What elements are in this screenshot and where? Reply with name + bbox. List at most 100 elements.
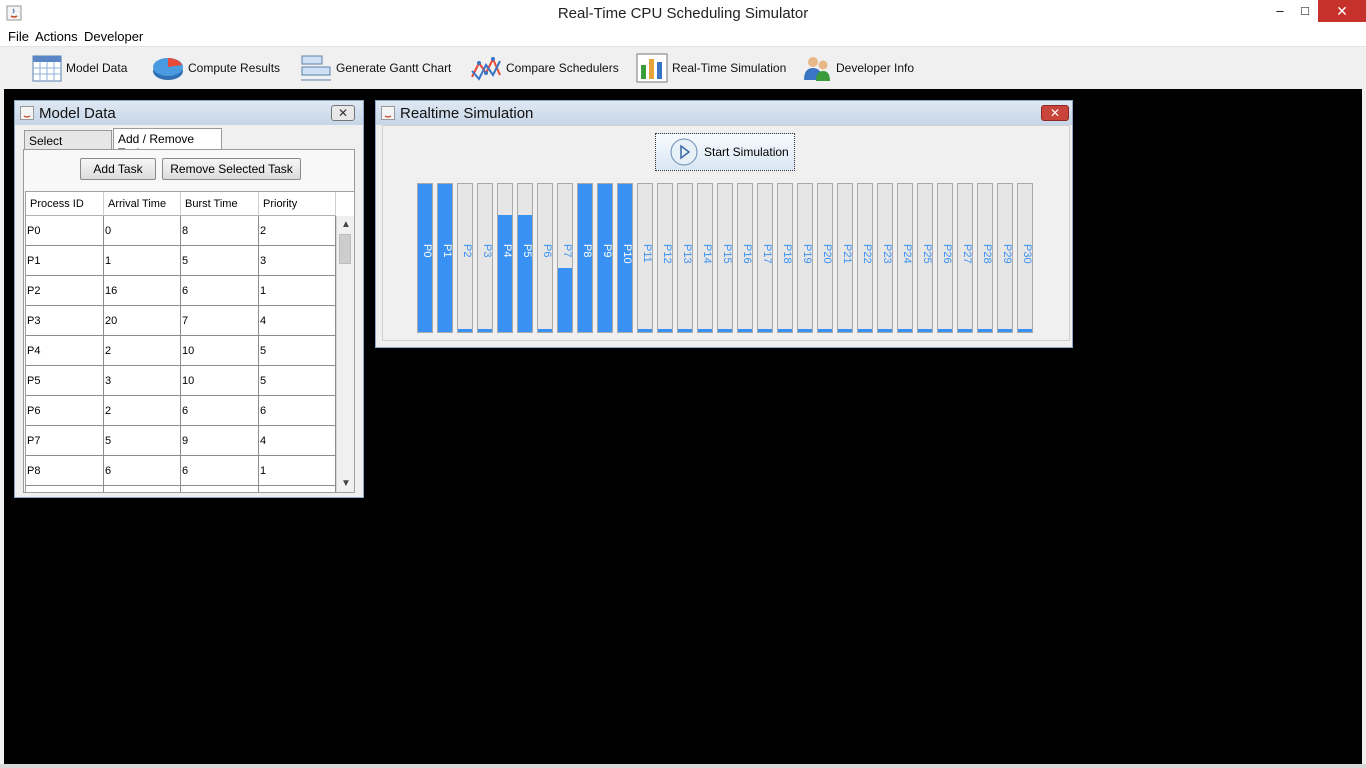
scroll-down-arrow[interactable]: ▼ xyxy=(339,478,353,492)
table-cell[interactable]: 4 xyxy=(259,306,336,336)
table-cell[interactable]: 5 xyxy=(259,366,336,396)
toolbar: Model Data Compute Results Generate Gant… xyxy=(0,47,1366,89)
progress-bar-p21: P21 xyxy=(837,183,853,333)
table-cell[interactable] xyxy=(259,486,336,492)
table-cell[interactable]: 2 xyxy=(259,216,336,246)
tab-select-scheduler[interactable]: Select Scheduler xyxy=(24,130,112,162)
table-cell[interactable]: 1 xyxy=(104,246,181,276)
task-table: Process ID Arrival Time Burst Time Prior… xyxy=(25,191,355,493)
maximize-button[interactable]: □ xyxy=(1290,0,1320,22)
real-time-simulation-button[interactable]: Real-Time Simulation xyxy=(636,51,786,85)
col-process-id[interactable]: Process ID xyxy=(26,192,104,216)
progress-bar-p1: P1 xyxy=(437,183,453,333)
java-frame-icon xyxy=(20,106,34,120)
compute-results-button[interactable]: Compute Results xyxy=(152,51,280,85)
table-cell[interactable]: P3 xyxy=(26,306,104,336)
col-arrival-time[interactable]: Arrival Time xyxy=(104,192,181,216)
simulation-close-button[interactable]: ✕ xyxy=(1041,105,1069,121)
progress-bar-p11: P11 xyxy=(637,183,653,333)
table-cell[interactable]: 20 xyxy=(104,306,181,336)
table-cell[interactable]: 6 xyxy=(104,456,181,486)
table-cell[interactable]: P7 xyxy=(26,426,104,456)
progress-bar-label: P1 xyxy=(441,244,453,258)
table-cell[interactable]: 2 xyxy=(104,336,181,366)
progress-bar-label: P6 xyxy=(541,244,553,258)
table-cell[interactable]: 6 xyxy=(181,456,259,486)
table-cell[interactable]: 3 xyxy=(104,366,181,396)
remove-selected-task-button[interactable]: Remove Selected Task xyxy=(162,158,301,180)
start-simulation-button[interactable]: Start Simulation xyxy=(655,133,795,171)
table-cell[interactable] xyxy=(181,486,259,492)
table-cell[interactable]: 6 xyxy=(181,396,259,426)
progress-fill xyxy=(598,184,612,332)
menu-file[interactable]: File xyxy=(8,29,29,44)
progress-bar-label: P21 xyxy=(841,244,853,264)
calendar-grid-icon xyxy=(32,55,62,82)
table-cell[interactable]: 5 xyxy=(259,336,336,366)
col-priority[interactable]: Priority xyxy=(259,192,336,216)
table-cell[interactable]: 1 xyxy=(259,276,336,306)
table-cell[interactable]: 1 xyxy=(259,456,336,486)
menu-developer[interactable]: Developer xyxy=(84,29,143,44)
scroll-thumb[interactable] xyxy=(339,234,351,264)
table-cell[interactable]: 9 xyxy=(181,426,259,456)
table-cell[interactable]: P2 xyxy=(26,276,104,306)
table-cell[interactable]: 6 xyxy=(259,396,336,426)
table-cell[interactable]: P8 xyxy=(26,456,104,486)
progress-fill xyxy=(538,329,552,332)
generate-gantt-chart-button[interactable]: Generate Gantt Chart xyxy=(300,51,451,85)
progress-fill xyxy=(678,329,692,332)
table-cell[interactable]: P4 xyxy=(26,336,104,366)
table-cell[interactable]: P0 xyxy=(26,216,104,246)
developer-info-button[interactable]: Developer Info xyxy=(802,51,914,85)
table-cell[interactable]: 10 xyxy=(181,366,259,396)
progress-bar-p23: P23 xyxy=(877,183,893,333)
table-cell[interactable] xyxy=(26,486,104,492)
table-scrollbar[interactable]: ▲ ▼ xyxy=(336,216,354,492)
menu-bar: File Actions Developer xyxy=(0,27,1366,47)
progress-bar-p14: P14 xyxy=(697,183,713,333)
table-cell[interactable]: 5 xyxy=(181,246,259,276)
add-task-button[interactable]: Add Task xyxy=(80,158,156,180)
table-cell[interactable]: 5 xyxy=(104,426,181,456)
progress-bar-label: P25 xyxy=(921,244,933,264)
table-cell[interactable]: 16 xyxy=(104,276,181,306)
model-data-label: Model Data xyxy=(66,61,128,75)
progress-fill xyxy=(958,329,972,332)
scroll-up-arrow[interactable]: ▲ xyxy=(339,219,353,233)
progress-bar-label: P11 xyxy=(641,244,653,263)
table-cell[interactable]: 6 xyxy=(181,276,259,306)
progress-bar-label: P28 xyxy=(981,244,993,264)
tab-add-remove-tasks[interactable]: Add / Remove Tasks xyxy=(113,128,222,160)
menu-actions[interactable]: Actions xyxy=(35,29,78,44)
gantt-bars-icon xyxy=(301,55,331,81)
table-cell[interactable]: 0 xyxy=(104,216,181,246)
progress-bar-label: P10 xyxy=(621,244,633,264)
table-cell[interactable]: 8 xyxy=(181,216,259,246)
table-cell[interactable]: P1 xyxy=(26,246,104,276)
progress-bar-label: P14 xyxy=(701,244,713,264)
table-cell[interactable]: P6 xyxy=(26,396,104,426)
table-cell[interactable]: 4 xyxy=(259,426,336,456)
table-cell[interactable]: 10 xyxy=(181,336,259,366)
col-burst-time[interactable]: Burst Time xyxy=(181,192,259,216)
progress-fill xyxy=(878,329,892,332)
tab-content-panel: Add Task Remove Selected Task Process ID… xyxy=(23,149,355,493)
java-frame-icon xyxy=(381,106,395,120)
table-cell[interactable] xyxy=(104,486,181,492)
progress-fill xyxy=(898,329,912,332)
compare-schedulers-button[interactable]: Compare Schedulers xyxy=(470,51,619,85)
table-cell[interactable]: 3 xyxy=(259,246,336,276)
model-data-close-button[interactable]: ✕ xyxy=(331,105,355,121)
close-button[interactable]: ✕ xyxy=(1318,0,1366,22)
progress-bar-p15: P15 xyxy=(717,183,733,333)
progress-bar-p13: P13 xyxy=(677,183,693,333)
progress-fill xyxy=(658,329,672,332)
table-cell[interactable]: P5 xyxy=(26,366,104,396)
simulation-titlebar[interactable]: Realtime Simulation ✕ xyxy=(376,101,1072,125)
model-data-button[interactable]: Model Data xyxy=(32,51,127,85)
table-cell[interactable]: 7 xyxy=(181,306,259,336)
model-data-titlebar[interactable]: Model Data ✕ xyxy=(15,101,363,125)
table-cell[interactable]: 2 xyxy=(104,396,181,426)
progress-bar-label: P24 xyxy=(901,244,913,264)
